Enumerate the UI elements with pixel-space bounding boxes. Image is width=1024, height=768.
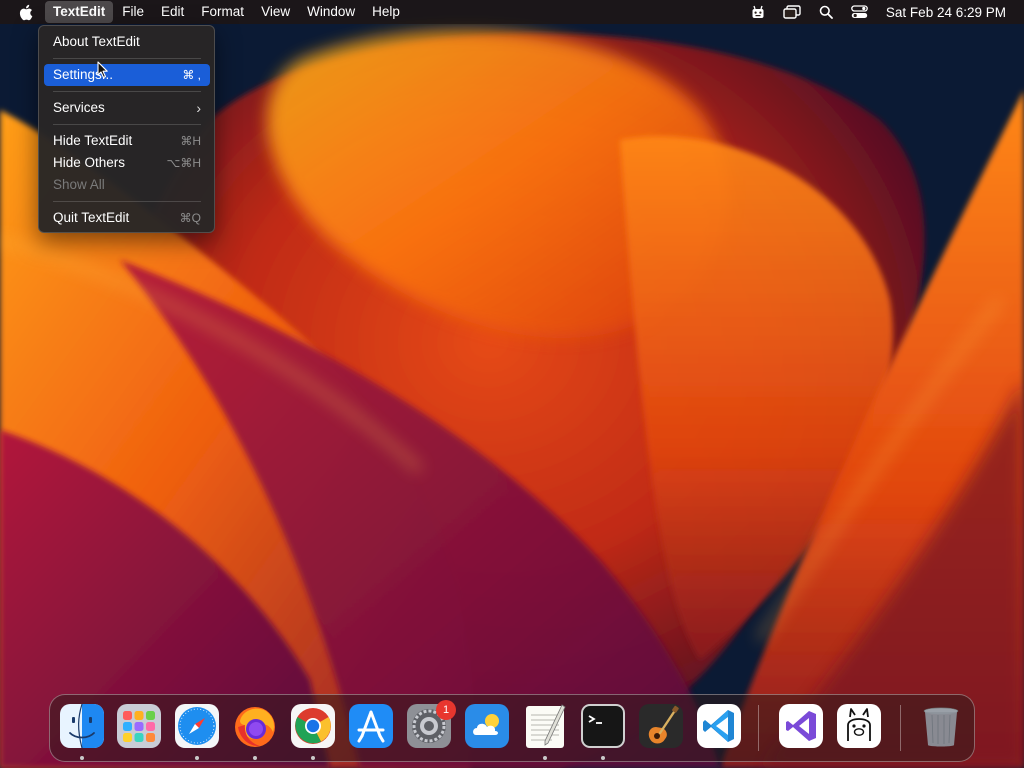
dock-divider: [758, 705, 759, 751]
menu-item-hide-others[interactable]: Hide Others ⌥⌘H: [44, 152, 210, 174]
menu-view[interactable]: View: [253, 1, 298, 23]
apple-menu-icon[interactable]: [16, 0, 34, 24]
system-settings-badge: 1: [436, 700, 456, 720]
menu-item-hide-textedit[interactable]: Hide TextEdit ⌘H: [44, 130, 210, 152]
terminal-icon[interactable]: [580, 703, 626, 749]
menu-item-shortcut: ⌘Q: [179, 211, 201, 225]
chrome-icon[interactable]: [290, 703, 336, 749]
safari-icon[interactable]: [174, 703, 220, 749]
menu-bar-status-area: Sat Feb 24 6:29 PM: [734, 0, 1006, 24]
menu-window[interactable]: Window: [299, 1, 363, 23]
menu-item-shortcut: ⌘H: [180, 134, 201, 148]
finder-icon[interactable]: [59, 703, 105, 749]
menu-item-shortcut: ⌥⌘H: [166, 156, 202, 170]
dock: [49, 694, 975, 762]
app-store-icon[interactable]: [348, 703, 394, 749]
menu-bar: TextEdit File Edit Format View Window He…: [0, 0, 1024, 24]
running-indicator-finder: [80, 756, 84, 760]
automator-icon[interactable]: [748, 0, 768, 24]
firefox-icon[interactable]: [232, 703, 278, 749]
menu-item-about-textedit[interactable]: About TextEdit: [44, 31, 210, 53]
ollama-icon[interactable]: [836, 703, 882, 749]
running-indicator-safari: [195, 756, 199, 760]
menu-separator: [53, 58, 201, 59]
menu-format[interactable]: Format: [193, 1, 252, 23]
textedit-icon[interactable]: [522, 703, 568, 749]
menu-item-label: About TextEdit: [53, 34, 140, 49]
running-indicator-firefox: [253, 756, 257, 760]
menu-item-label: Services: [53, 100, 105, 115]
vscode-icon[interactable]: [696, 703, 742, 749]
spotlight-search-icon[interactable]: [816, 0, 836, 24]
menu-item-label: Show All: [53, 177, 105, 192]
running-indicator-terminal: [601, 756, 605, 760]
garageband-icon[interactable]: [638, 703, 684, 749]
menu-item-label: Hide TextEdit: [53, 133, 133, 148]
screen-mirroring-icon[interactable]: [782, 0, 802, 24]
menu-item-quit-textedit[interactable]: Quit TextEdit ⌘Q: [44, 207, 210, 229]
menu-separator: [53, 91, 201, 92]
textedit-app-menu: About TextEdit Settings... ⌘ , Services …: [38, 25, 215, 233]
control-center-icon[interactable]: [850, 0, 870, 24]
menu-item-label: Quit TextEdit: [53, 210, 130, 225]
menu-textedit[interactable]: TextEdit: [45, 1, 114, 23]
menu-file[interactable]: File: [114, 1, 152, 23]
menu-item-shortcut: ⌘ ,: [182, 68, 201, 82]
menu-item-services[interactable]: Services ›: [44, 97, 210, 119]
weather-icon[interactable]: [464, 703, 510, 749]
mouse-cursor-icon: [97, 61, 108, 79]
menu-edit[interactable]: Edit: [153, 1, 192, 23]
menu-help[interactable]: Help: [364, 1, 408, 23]
chevron-right-icon: ›: [196, 100, 201, 116]
menu-bar-clock[interactable]: Sat Feb 24 6:29 PM: [886, 5, 1006, 20]
launchpad-icon[interactable]: [116, 703, 162, 749]
menu-item-settings[interactable]: Settings... ⌘ ,: [44, 64, 210, 86]
menu-item-label: Hide Others: [53, 155, 126, 170]
trash-icon[interactable]: [918, 703, 964, 749]
menu-item-show-all[interactable]: Show All: [44, 174, 210, 196]
running-indicator-textedit: [543, 756, 547, 760]
menu-separator: [53, 124, 201, 125]
visual-studio-icon[interactable]: [778, 703, 824, 749]
menu-separator: [53, 201, 201, 202]
running-indicator-chrome: [311, 756, 315, 760]
dock-divider: [900, 705, 901, 751]
